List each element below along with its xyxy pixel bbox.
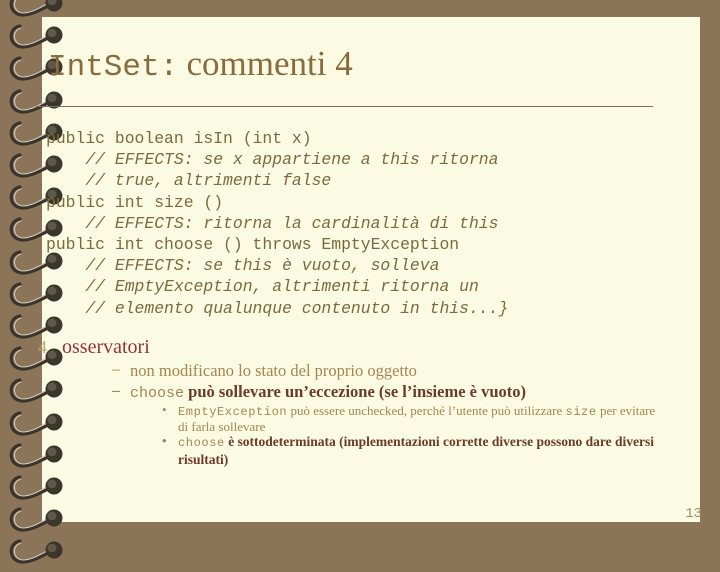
bullet-level3-text: può essere unchecked, perché l’utente pu…	[287, 403, 566, 418]
bullet-level3-marker: •	[162, 433, 167, 448]
title-divider	[36, 106, 653, 107]
bullet-level3-container: • EmptyException può essere unchecked, pe…	[26, 402, 656, 467]
bullet-level3-item: • choose è sottodeterminata (implementazi…	[26, 433, 656, 467]
page-number: 13	[685, 506, 702, 522]
bullet-level2-marker: –	[112, 381, 120, 399]
code-line: // EFFECTS: se this è vuoto, solleva	[46, 256, 440, 276]
bullet-level1-label: osservatori	[62, 336, 150, 358]
code-line: public boolean isIn (int x)	[46, 129, 312, 148]
page-title-serif: commenti 4	[186, 44, 353, 83]
code-line: // EFFECTS: se x appartiene a this ritor…	[46, 150, 499, 170]
code-line: // EmptyException, altrimenti ritorna un	[46, 277, 479, 297]
bullet-code-term: choose	[130, 384, 185, 402]
code-line: public int choose () throws EmptyExcepti…	[46, 235, 460, 255]
slide-canvas: IntSet: commenti 4 public boolean isIn (…	[0, 0, 720, 564]
bullet-level2-item: – non modificano lo stato del proprio ogg…	[26, 361, 656, 382]
code-line: // elemento qualunque contenuto in this.…	[46, 298, 509, 318]
code-block: public boolean isIn (int x) // EFFECTS: …	[46, 128, 508, 319]
page-title-mono: IntSet:	[48, 50, 179, 85]
bullet-list: 4 osservatori – non modificano lo stato de…	[26, 335, 656, 467]
bullet-level3-marker: •	[162, 402, 167, 417]
bullet-level2-marker: –	[112, 361, 120, 378]
bullet-level2-text: non modificano lo stato del proprio ogge…	[130, 361, 417, 380]
spiral-ring	[6, 537, 80, 567]
bullet-code-term: choose	[178, 436, 225, 450]
code-line: // true, altrimenti false	[46, 171, 332, 191]
bullet-level2-item: – choose può sollevare un’eccezione (se l…	[26, 382, 656, 405]
bullet-code-term: size	[565, 405, 597, 419]
bullet-level1: 4 osservatori	[26, 335, 656, 360]
code-line: public int size ()	[46, 192, 224, 212]
bullet-level3-text: è sottodeterminata (implementazioni corr…	[178, 434, 654, 467]
page-title: IntSet: commenti 4	[48, 42, 648, 90]
bullet-level1-marker: 4	[38, 337, 47, 357]
code-line: // EFFECTS: ritorna la cardinalità di th…	[46, 213, 499, 233]
bullet-level2-container: – non modificano lo stato del proprio ogg…	[26, 361, 656, 404]
bullet-code-term: EmptyException	[178, 405, 288, 419]
bullet-level3-item: • EmptyException può essere unchecked, pe…	[26, 402, 656, 434]
bullet-level2-text: può sollevare un’eccezione (se l’insieme…	[184, 381, 527, 401]
